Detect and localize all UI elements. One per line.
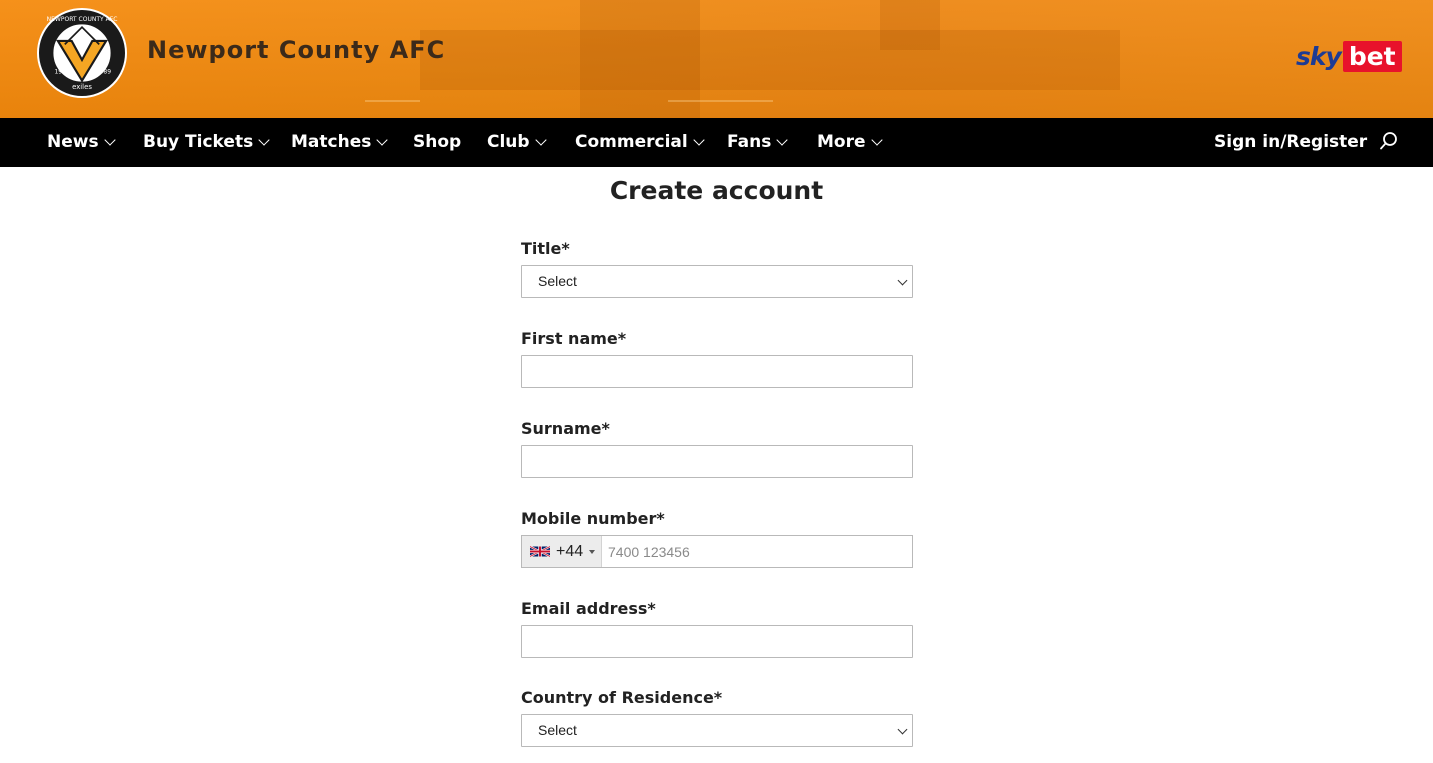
first-name-input[interactable] (521, 355, 913, 388)
nav-label: Matches (291, 132, 372, 152)
crest-year-left: 1912 (54, 69, 69, 76)
chevron-down-icon (776, 134, 788, 146)
mobile-number-input[interactable] (602, 536, 912, 567)
nav-item-club[interactable]: Club (487, 118, 547, 167)
page-title: Create account (609, 176, 824, 205)
nav-label: More (817, 132, 866, 152)
stadium-silhouette (880, 0, 940, 50)
title-select[interactable]: Select (521, 265, 913, 298)
chevron-down-icon (693, 134, 705, 146)
title-label: Title* (521, 239, 570, 258)
sign-in-register-link[interactable]: Sign in/Register (1214, 118, 1367, 167)
first-name-label: First name* (521, 329, 627, 348)
email-input[interactable] (521, 625, 913, 658)
pitch-line (668, 100, 773, 102)
nav-label: Fans (727, 132, 772, 152)
sponsor-bet: bet (1342, 40, 1402, 72)
country-field: Country of Residence* Select (521, 687, 913, 747)
first-name-field: First name* (521, 328, 913, 388)
nav-item-fans[interactable]: Fans (727, 118, 788, 167)
nav-item-commercial[interactable]: Commercial (575, 118, 705, 167)
chevron-down-icon (897, 275, 908, 286)
surname-input[interactable] (521, 445, 913, 478)
mobile-input-group: +44 (521, 535, 913, 568)
main-nav: News Buy Tickets Matches Shop Club Comme… (0, 118, 1433, 167)
caret-down-icon (589, 549, 596, 554)
mobile-field: Mobile number* +44 (521, 508, 913, 568)
country-select[interactable]: Select (521, 714, 913, 747)
chevron-down-icon (376, 134, 389, 146)
sponsor-sky: sky (1296, 41, 1342, 71)
nav-label: Buy Tickets (143, 132, 254, 152)
nav-item-more[interactable]: More (817, 118, 883, 167)
nav-label: Shop (413, 132, 462, 152)
chevron-down-icon (870, 134, 883, 146)
mobile-label: Mobile number* (521, 509, 665, 528)
email-field: Email address* (521, 598, 913, 658)
club-name[interactable]: Newport County AFC (147, 36, 445, 64)
crest-top-text: NEWPORT COUNTY AFC (47, 16, 118, 23)
nav-item-shop[interactable]: Shop (413, 118, 461, 167)
dial-code: +44 (556, 542, 584, 560)
surname-label: Surname* (521, 419, 610, 438)
crest-year-right: 1989 (96, 69, 111, 76)
email-label: Email address* (521, 599, 656, 618)
club-crest[interactable]: NEWPORT COUNTY AFC 1912 1989 exiles (37, 8, 127, 98)
crest-bottom-text: exiles (72, 83, 92, 91)
nav-label: Club (487, 132, 530, 152)
title-select-value: Select (538, 273, 577, 289)
surname-field: Surname* (521, 418, 913, 478)
country-label: Country of Residence* (521, 688, 723, 707)
pitch-line (365, 100, 420, 102)
search-icon[interactable] (1379, 131, 1399, 151)
uk-flag-icon (530, 546, 550, 557)
nav-item-buy-tickets[interactable]: Buy Tickets (143, 118, 270, 167)
nav-label: Commercial (575, 132, 688, 152)
header-banner: NEWPORT COUNTY AFC 1912 1989 exiles Newp… (0, 0, 1433, 118)
chevron-down-icon (534, 134, 547, 146)
chevron-down-icon (258, 134, 270, 146)
nav-label: News (47, 132, 99, 152)
title-field: Title* Select (521, 238, 913, 298)
country-select-value: Select (538, 722, 577, 738)
sponsor-logo[interactable]: sky bet (1296, 40, 1402, 72)
stadium-silhouette (420, 30, 1120, 90)
chevron-down-icon (897, 724, 908, 735)
chevron-down-icon (103, 134, 116, 146)
nav-item-matches[interactable]: Matches (291, 118, 389, 167)
nav-item-news[interactable]: News (47, 118, 116, 167)
country-code-selector[interactable]: +44 (522, 536, 602, 567)
crest-logo-icon: NEWPORT COUNTY AFC 1912 1989 exiles (40, 11, 124, 95)
